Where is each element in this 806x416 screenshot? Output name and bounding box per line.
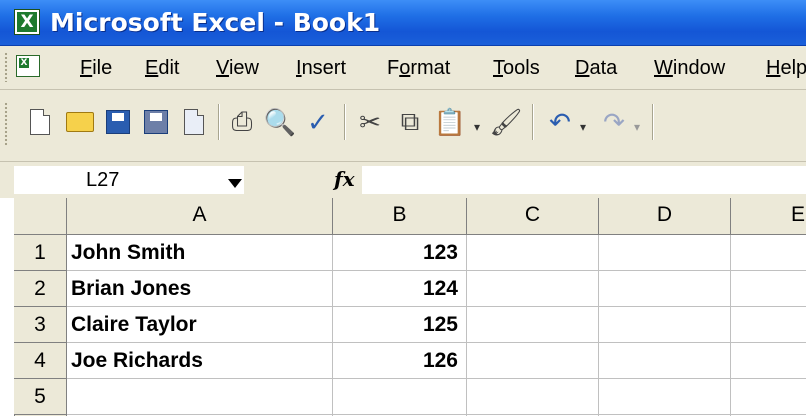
print-preview-icon[interactable]: 🔍 [262, 102, 298, 142]
workbook-control-icon[interactable]: X [16, 55, 40, 77]
toolbar-separator [218, 104, 220, 140]
cell-a2[interactable]: Brian Jones [67, 271, 332, 306]
cell-a1[interactable]: John Smith [67, 235, 332, 270]
cell-a5[interactable] [67, 379, 332, 414]
menu-format[interactable]: Format [387, 57, 450, 79]
excel-app-icon[interactable]: X [14, 9, 40, 35]
cell-b4[interactable]: 126 [333, 343, 466, 378]
cell-a3[interactable]: Claire Taylor [67, 307, 332, 342]
new-icon[interactable] [22, 102, 58, 142]
menu-view[interactable]: View [216, 57, 259, 79]
research-icon[interactable] [176, 102, 212, 142]
menu-edit[interactable]: Edit [145, 57, 179, 79]
toolbar-separator [652, 104, 654, 140]
menu-tools[interactable]: Tools [493, 57, 540, 79]
row-header-2[interactable]: 2 [14, 271, 66, 306]
redo-icon[interactable]: ↷ [596, 102, 632, 142]
column-header-d[interactable]: D [599, 198, 730, 234]
copy-icon[interactable]: ⧉ [392, 102, 428, 142]
title-bar[interactable]: X Microsoft Excel - Book1 [0, 0, 806, 46]
cut-icon[interactable]: ✂ [352, 102, 388, 142]
window-title: Microsoft Excel - Book1 [50, 8, 381, 37]
cell-b5[interactable] [333, 379, 466, 414]
row-header-4[interactable]: 4 [14, 343, 66, 378]
redo-dropdown-arrow[interactable]: ▾ [634, 120, 640, 134]
menu-file[interactable]: File [80, 57, 112, 79]
format-painter-icon[interactable]: 🖌 [488, 102, 524, 142]
cell-b3[interactable]: 125 [333, 307, 466, 342]
toolbar-separator [344, 104, 346, 140]
open-icon[interactable] [62, 102, 98, 142]
name-box-dropdown-icon[interactable] [228, 179, 242, 188]
undo-dropdown-arrow[interactable]: ▾ [580, 120, 586, 134]
menu-bar: X File Edit View Insert Format Tools Dat… [0, 46, 806, 90]
insert-function-icon[interactable]: fx [334, 168, 355, 190]
permission-icon[interactable] [138, 102, 174, 142]
name-box[interactable]: L27 [14, 166, 244, 194]
cell-a4[interactable]: Joe Richards [67, 343, 332, 378]
cell-b2[interactable]: 124 [333, 271, 466, 306]
row-header-3[interactable]: 3 [14, 307, 66, 342]
menu-window[interactable]: Window [654, 57, 725, 79]
name-box-value: L27 [86, 169, 120, 191]
toolbar-separator [532, 104, 534, 140]
toolbar-grip-handle[interactable] [4, 102, 8, 146]
menu-grip-handle[interactable] [4, 52, 8, 82]
column-header-c[interactable]: C [467, 198, 598, 234]
cell-b1[interactable]: 123 [333, 235, 466, 270]
formula-bar: L27 fx [0, 162, 806, 198]
menu-insert[interactable]: Insert [296, 57, 346, 79]
menu-help[interactable]: Help [766, 57, 806, 79]
undo-icon[interactable]: ↶ [542, 102, 578, 142]
column-header-a[interactable]: A [67, 198, 332, 234]
paste-icon[interactable]: 📋 [432, 102, 468, 142]
save-icon[interactable] [100, 102, 136, 142]
paste-options-arrow[interactable]: ▾ [474, 120, 480, 134]
worksheet-grid[interactable]: A B C D E 1 2 3 4 5 John Smith 123 Brian… [14, 198, 806, 416]
menu-data[interactable]: Data [575, 57, 617, 79]
select-all-corner[interactable] [14, 198, 66, 234]
formula-input[interactable] [362, 166, 806, 194]
row-header-1[interactable]: 1 [14, 235, 66, 270]
column-header-b[interactable]: B [333, 198, 466, 234]
row-header-5[interactable]: 5 [14, 379, 66, 414]
print-icon[interactable]: ⎙ [224, 102, 260, 142]
standard-toolbar: ⎙ 🔍 ✓ ✂ ⧉ 📋 ▾ 🖌 ↶ ▾ ↷ ▾ [0, 90, 806, 162]
column-header-e[interactable]: E [731, 198, 806, 234]
spelling-icon[interactable]: ✓ [300, 102, 336, 142]
